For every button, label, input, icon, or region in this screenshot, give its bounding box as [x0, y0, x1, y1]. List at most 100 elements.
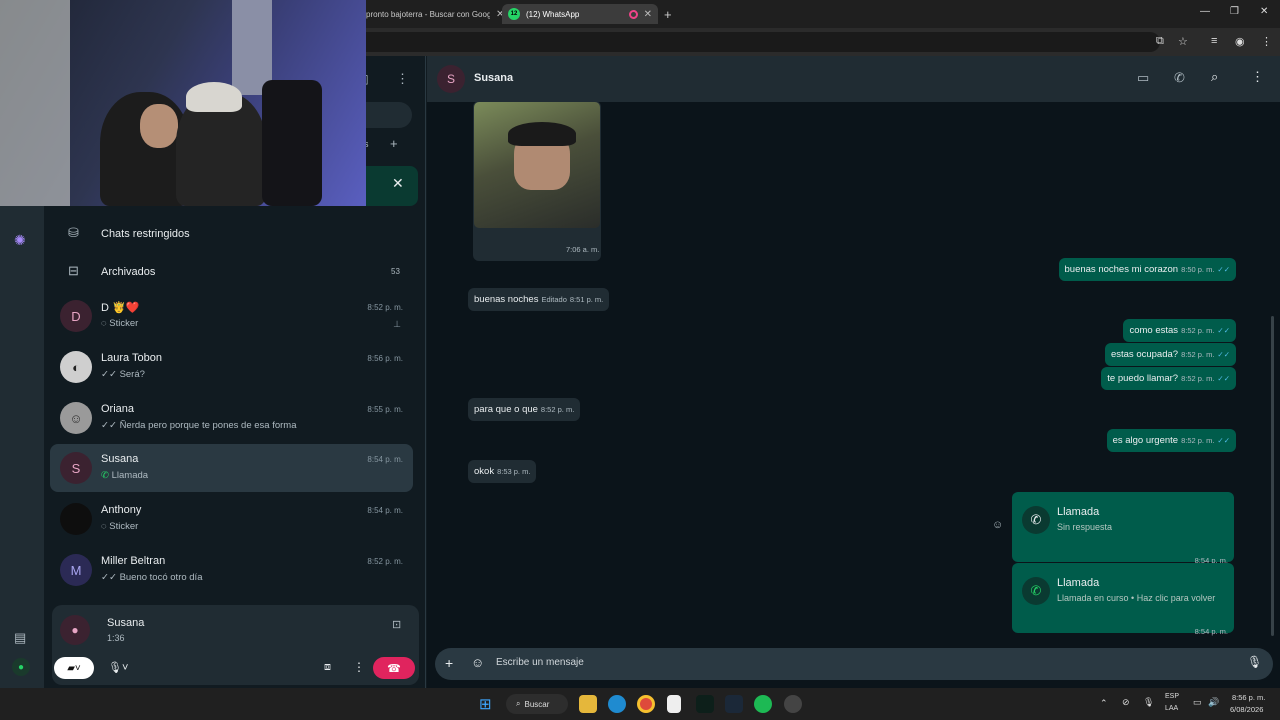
tab-google-search[interactable]: pronto bajoterra - Buscar con Google ✕: [366, 4, 504, 24]
tray-volume-icon[interactable]: 🔊: [1208, 697, 1219, 708]
chat-preview: ✓✓ Ñerda pero porque te pones de esa for…: [101, 420, 297, 431]
terminal-icon[interactable]: [696, 695, 714, 713]
message-bubble-out[interactable]: buenas noches mi corazon 8:50 p. m. ✓✓: [1058, 258, 1236, 281]
tray-display-icon[interactable]: ▭: [1193, 697, 1202, 708]
chat-time: 8:52 p. m.: [367, 557, 403, 566]
add-filter-icon[interactable]: +: [390, 136, 398, 151]
profile-avatar[interactable]: ●: [12, 658, 30, 676]
cast-icon[interactable]: ⧉: [1156, 35, 1164, 48]
steam-icon[interactable]: [725, 695, 743, 713]
conversation-panel: S Susana ▭ ✆ ⌕ ⋮ 7:06 a. m. buenas noche…: [427, 56, 1280, 688]
new-tab-button[interactable]: +: [664, 4, 672, 24]
chat-time: 8:56 p. m.: [367, 354, 403, 363]
whatsapp-badge-icon: 12: [508, 8, 520, 20]
avatar: ☺: [60, 402, 92, 434]
video-call-icon[interactable]: ▭: [1137, 70, 1149, 86]
video-toggle-button[interactable]: ▰˅: [54, 657, 94, 679]
emoji-icon[interactable]: ☺: [471, 655, 484, 670]
search-icon[interactable]: ⌕: [1211, 69, 1218, 85]
image-message[interactable]: 7:06 a. m.: [473, 101, 601, 261]
tray-mic-icon[interactable]: 🎙: [1143, 697, 1154, 708]
close-icon[interactable]: ✕: [644, 9, 652, 20]
message-bubble-in[interactable]: para que o que 8:52 p. m.: [468, 398, 581, 421]
file-explorer-icon[interactable]: [579, 695, 597, 713]
restore-icon[interactable]: ❐: [1230, 6, 1239, 17]
active-call-icon: ✆: [1022, 577, 1050, 605]
more-options-icon[interactable]: ⋮: [353, 660, 365, 674]
clock-time[interactable]: 8:56 p. m.: [1232, 693, 1265, 702]
language-indicator[interactable]: ESP: [1165, 693, 1179, 700]
message-bubble-out[interactable]: estas ocupada? 8:52 p. m. ✓✓: [1104, 343, 1236, 366]
spotify-icon[interactable]: [754, 695, 772, 713]
active-call-widget[interactable]: ● Susana 1:36 ⊡ ▰˅ 🎙˅ ⧈ ⋮ ☎: [52, 605, 419, 685]
contact-avatar[interactable]: S: [437, 65, 465, 93]
notepad-icon[interactable]: [667, 695, 681, 713]
message-composer: + ☺ Escribe un mensaje 🎙: [435, 648, 1273, 680]
close-banner-icon[interactable]: ✕: [392, 175, 404, 192]
meta-ai-icon[interactable]: ✺: [14, 232, 26, 249]
hang-up-button[interactable]: ☎: [373, 657, 415, 679]
windows-start-icon[interactable]: ⊞: [479, 695, 497, 713]
tab-whatsapp[interactable]: 12 (12) WhatsApp ✕: [502, 4, 658, 24]
chat-row-d[interactable]: D D 🤴❤️ ◌ Sticker 8:52 p. m. ⊥: [50, 292, 413, 340]
tab-label: (12) WhatsApp: [526, 9, 580, 19]
menu-icon[interactable]: ⋮: [1251, 69, 1264, 85]
call-subtitle: Llamada en curso • Haz clic para volver: [1057, 593, 1216, 603]
call-card-ongoing[interactable]: ✆ Llamada Llamada en curso • Haz clic pa…: [1012, 563, 1234, 636]
restricted-chats-row[interactable]: ⛁ Chats restringidos: [44, 220, 426, 250]
obs-icon[interactable]: [784, 695, 802, 713]
scrollbar[interactable]: [1271, 316, 1274, 636]
voice-call-icon[interactable]: ✆: [1174, 70, 1185, 86]
microphone-icon[interactable]: 🎙˅: [108, 661, 128, 674]
tab-label: pronto bajoterra - Buscar con Google: [366, 9, 490, 19]
menu-icon[interactable]: ⋮: [1261, 35, 1272, 48]
photo-thumbnail[interactable]: [474, 102, 600, 228]
url-field[interactable]: [300, 32, 1160, 52]
chat-header[interactable]: S Susana ▭ ✆ ⌕ ⋮: [427, 56, 1280, 102]
tray-network-icon[interactable]: ⊘: [1122, 697, 1130, 708]
attach-plus-icon[interactable]: +: [445, 655, 453, 671]
taskbar-search[interactable]: ⌕ Buscar: [506, 694, 568, 714]
edge-icon[interactable]: [608, 695, 626, 713]
emoji-reaction-icon[interactable]: ☺: [992, 519, 1003, 531]
chat-row-susana[interactable]: S Susana ✆ Llamada 8:54 p. m.: [50, 444, 413, 492]
archived-count: 53: [391, 267, 400, 276]
archived-row[interactable]: ⊟ Archivados 53: [44, 258, 426, 288]
chat-name: D 🤴❤️: [101, 302, 140, 314]
message-bubble-out[interactable]: como estas 8:52 p. m. ✓✓: [1123, 319, 1236, 342]
message-bubble-out[interactable]: es algo urgente 8:52 p. m. ✓✓: [1106, 429, 1236, 452]
media-gallery-icon[interactable]: ▤: [14, 630, 26, 646]
avatar: M: [60, 554, 92, 586]
screen-share-icon[interactable]: ⧈: [324, 661, 331, 674]
menu-icon[interactable]: ⋮: [396, 71, 409, 87]
call-title: Llamada: [1057, 577, 1100, 589]
tray-chevron-icon[interactable]: ⌃: [1100, 698, 1108, 709]
chat-preview: ✓✓ Bueno tocó otro día: [101, 572, 203, 583]
close-window-icon[interactable]: ✕: [1260, 6, 1268, 17]
message-input[interactable]: Escribe un mensaje: [496, 657, 584, 668]
chat-row-laura-tobon[interactable]: ◐ Laura Tobon ✓✓ Será? 8:56 p. m.: [50, 343, 413, 391]
chat-row-oriana[interactable]: ☺ Oriana ✓✓ Ñerda pero porque te pones d…: [50, 394, 413, 442]
media-icon[interactable]: ≡: [1211, 35, 1217, 47]
call-card-missed[interactable]: ✆ Llamada Sin respuesta 8:54 p. m.: [1012, 492, 1234, 565]
microphone-icon[interactable]: 🎙: [1247, 655, 1262, 669]
chat-row-anthony[interactable]: Anthony ◌ Sticker 8:54 p. m.: [50, 495, 413, 543]
call-subtitle: Sin respuesta: [1057, 522, 1113, 532]
chrome-icon[interactable]: [637, 695, 655, 713]
message-bubble-in[interactable]: okok 8:53 p. m.: [468, 460, 537, 483]
bookmark-star-icon[interactable]: ☆: [1178, 35, 1188, 48]
profile-icon[interactable]: ◉: [1235, 35, 1245, 48]
outgoing-call-icon: ✆: [1022, 506, 1050, 534]
contact-name[interactable]: Susana: [474, 72, 513, 84]
chat-row-miller-beltran[interactable]: M Miller Beltran ✓✓ Bueno tocó otro día …: [50, 546, 413, 594]
minimize-icon[interactable]: —: [1200, 6, 1210, 17]
chat-time: 8:55 p. m.: [367, 405, 403, 414]
windows-taskbar: ⊞ ⌕ Buscar ⌃ ⊘ 🎙 ESP LAA ▭ 🔊 8:56 p. m. 6…: [0, 688, 1280, 720]
chat-name: Susana: [101, 453, 139, 465]
left-rail: ✺ ▤ ●: [0, 206, 44, 688]
language-sub: LAA: [1165, 705, 1179, 712]
call-title: Llamada: [1057, 506, 1100, 518]
message-bubble-in[interactable]: buenas noches Editado 8:51 p. m.: [468, 288, 610, 311]
message-bubble-out[interactable]: te puedo llamar? 8:52 p. m. ✓✓: [1101, 367, 1236, 390]
archived-label: Archivados: [101, 266, 156, 278]
